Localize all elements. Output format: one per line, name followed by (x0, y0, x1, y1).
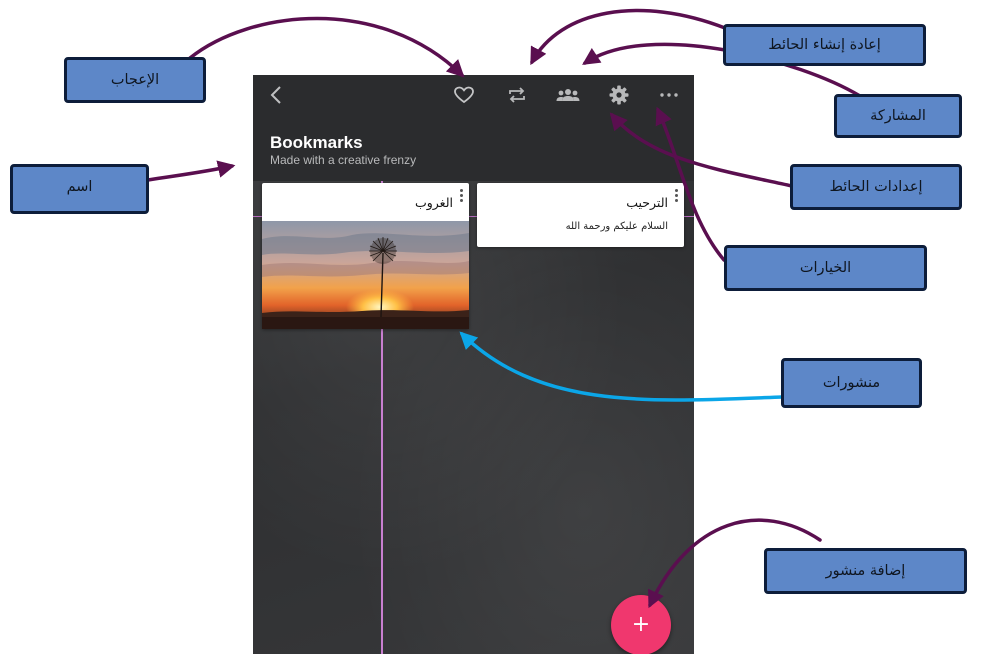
arrow-remake (530, 8, 727, 66)
callout-wall-settings: إعدادات الحائط (790, 164, 962, 210)
arrow-settings (609, 112, 794, 188)
callout-share: المشاركة (834, 94, 962, 138)
arrow-like (188, 16, 465, 78)
arrow-posts (459, 331, 784, 402)
arrow-name (146, 160, 236, 182)
callout-add-post: إضافة منشور (764, 548, 967, 594)
callout-wall-name: اسم (10, 164, 149, 214)
callout-remake-wall: إعادة إنشاء الحائط (723, 24, 926, 66)
callout-options: الخيارات (724, 245, 927, 291)
arrow-options (655, 106, 726, 262)
callout-posts: منشورات (781, 358, 922, 408)
callout-like: الإعجاب (64, 57, 206, 103)
